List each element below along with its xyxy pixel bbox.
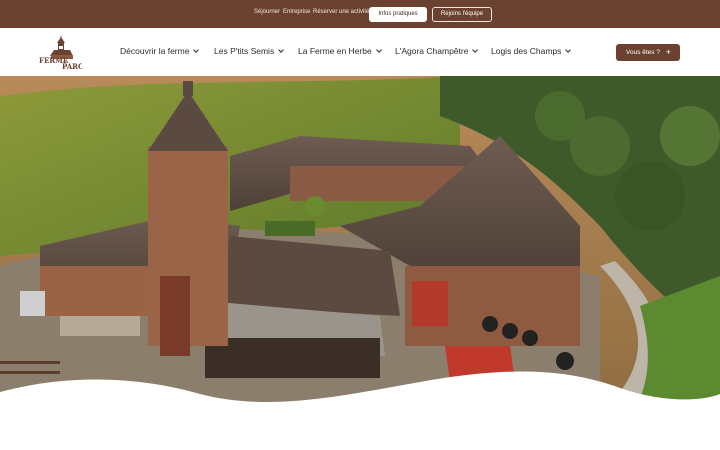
rejoins-equipe-button[interactable]: Rejoins l'équipe	[432, 7, 492, 22]
chevron-down-icon	[278, 47, 285, 53]
nav-item-label: Les P'tits Semis	[214, 46, 275, 56]
chevron-down-icon	[193, 47, 200, 53]
chevron-down-icon	[565, 47, 572, 53]
nav-item-label: L'Agora Champêtre	[395, 46, 469, 56]
cta-label: Vous êtes ?	[626, 49, 660, 56]
top-bar: Séjourner Entreprise Réserver une activi…	[0, 0, 720, 28]
logo-parc: PARC	[62, 62, 82, 70]
nav-item-label: Logis des Champs	[491, 46, 562, 56]
top-link-sejourner[interactable]: Séjourner	[254, 9, 280, 15]
hero-aerial-photo	[0, 76, 720, 450]
chevron-down-icon	[472, 47, 479, 53]
nav-item-label: La Ferme en Herbe	[298, 46, 372, 56]
nav-item-ptits-semis[interactable]: Les P'tits Semis	[214, 46, 285, 56]
farm-logo-icon: FERME du PARC	[39, 36, 82, 70]
chevron-down-icon	[375, 47, 382, 53]
nav-item-label: Découvrir la ferme	[120, 46, 190, 56]
top-link-entreprise[interactable]: Entreprise	[283, 9, 310, 15]
top-link-reserver-activite[interactable]: Réserver une activité	[313, 9, 369, 15]
nav-item-decouvrir-ferme[interactable]: Découvrir la ferme	[120, 46, 200, 56]
nav-item-logis-des-champs[interactable]: Logis des Champs	[491, 46, 572, 56]
nav-item-agora-champetre[interactable]: L'Agora Champêtre	[395, 46, 479, 56]
farm-aerial-illustration	[0, 76, 720, 450]
site-logo[interactable]: FERME du PARC	[38, 36, 82, 70]
infos-pratiques-button[interactable]: Infos pratiques	[369, 7, 427, 22]
main-navigation: FERME du PARC Découvrir la ferme Les P't…	[0, 28, 720, 76]
nav-item-ferme-en-herbe[interactable]: La Ferme en Herbe	[298, 46, 382, 56]
plus-icon: +	[665, 47, 671, 57]
vous-etes-button[interactable]: Vous êtes ? +	[616, 44, 680, 61]
